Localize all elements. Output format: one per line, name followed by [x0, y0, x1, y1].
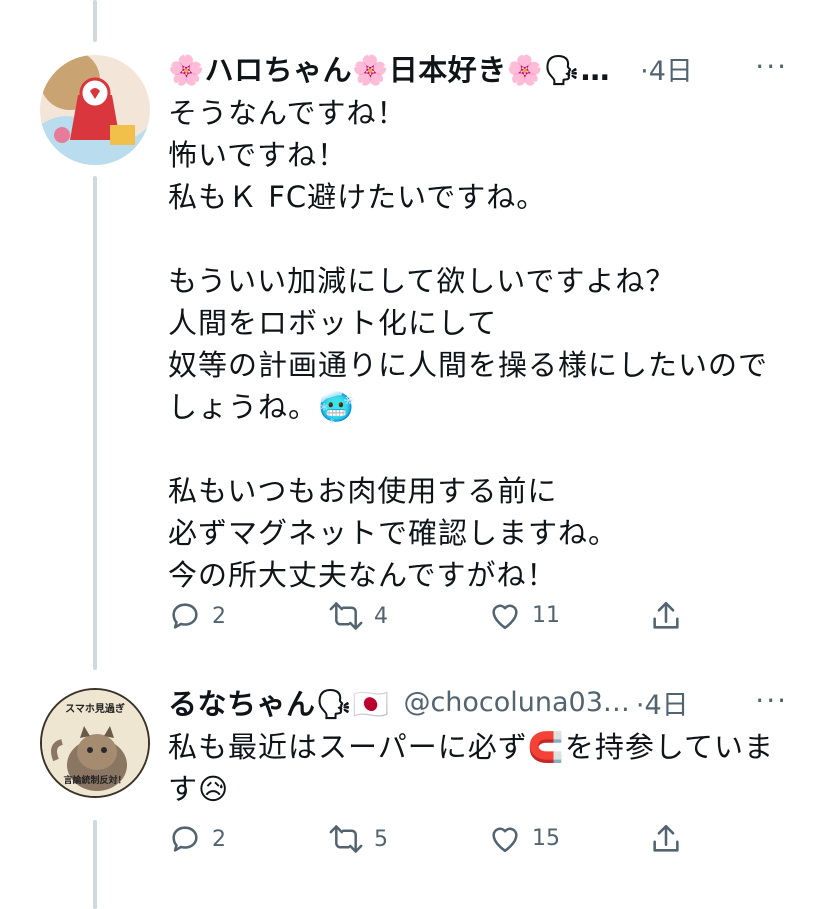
retweet-icon [329, 602, 363, 630]
reply-button[interactable]: 2 [168, 599, 226, 633]
tweet[interactable]: スマホ見過ぎ 言論統制反対！ るなちゃん🗣🇯🇵 @chocoluna03… ·4… [0, 660, 828, 909]
tweet[interactable]: 🌸ハロちゃん🌸日本好き🌸🗣… ·4日 ··· そうなんですね！ 怖いですね！ 私… [0, 0, 828, 660]
reply-count: 2 [212, 826, 226, 852]
avatar-text-top: スマホ見過ぎ [65, 704, 125, 715]
tweet-header: 🌸ハロちゃん🌸日本好き🌸🗣… ·4日 ··· [168, 48, 788, 88]
handle[interactable]: @chocoluna03… [403, 687, 629, 718]
more-icon[interactable]: ··· [755, 50, 788, 83]
tweet-header: るなちゃん🗣🇯🇵 @chocoluna03… ·4日 ··· [168, 682, 788, 722]
retweet-count: 4 [374, 603, 388, 629]
reply-icon [172, 826, 198, 852]
share-button[interactable] [650, 599, 682, 633]
display-name[interactable]: 🌸ハロちゃん🌸日本好き🌸🗣… [168, 47, 610, 89]
share-icon [653, 601, 679, 629]
reply-count: 2 [212, 603, 226, 629]
avatar[interactable] [40, 55, 150, 165]
reply-icon [172, 603, 198, 629]
retweet-button[interactable]: 5 [328, 822, 388, 856]
retweet-icon [329, 825, 363, 853]
like-icon [492, 827, 518, 853]
more-icon[interactable]: ··· [755, 684, 788, 717]
tweet-text: そうなんですね！ 怖いですね！ 私もＫ FC避けたいですね。 もういい加減にして… [168, 96, 769, 592]
share-button[interactable] [650, 822, 682, 856]
tweet-text: 私も最近はスーパーに必ず🧲を持参していま す😥 [168, 730, 774, 806]
reply-button[interactable]: 2 [168, 822, 226, 856]
avatar[interactable]: スマホ見過ぎ 言論統制反対！ [40, 688, 150, 798]
timestamp[interactable]: ·4日 [640, 49, 693, 88]
display-name[interactable]: るなちゃん🗣🇯🇵 [168, 681, 389, 723]
avatar-text-bottom: 言論統制反対！ [63, 776, 127, 786]
action-bar: 2 5 15 [168, 822, 688, 862]
share-icon [653, 824, 679, 852]
retweet-count: 5 [374, 826, 388, 852]
like-count: 15 [532, 825, 560, 851]
action-bar: 2 4 11 [168, 599, 688, 639]
like-button[interactable]: 15 [488, 822, 560, 854]
like-icon [492, 604, 518, 630]
like-button[interactable]: 11 [488, 599, 560, 631]
timestamp[interactable]: ·4日 [636, 683, 689, 722]
retweet-button[interactable]: 4 [328, 599, 388, 633]
like-count: 11 [532, 602, 560, 628]
